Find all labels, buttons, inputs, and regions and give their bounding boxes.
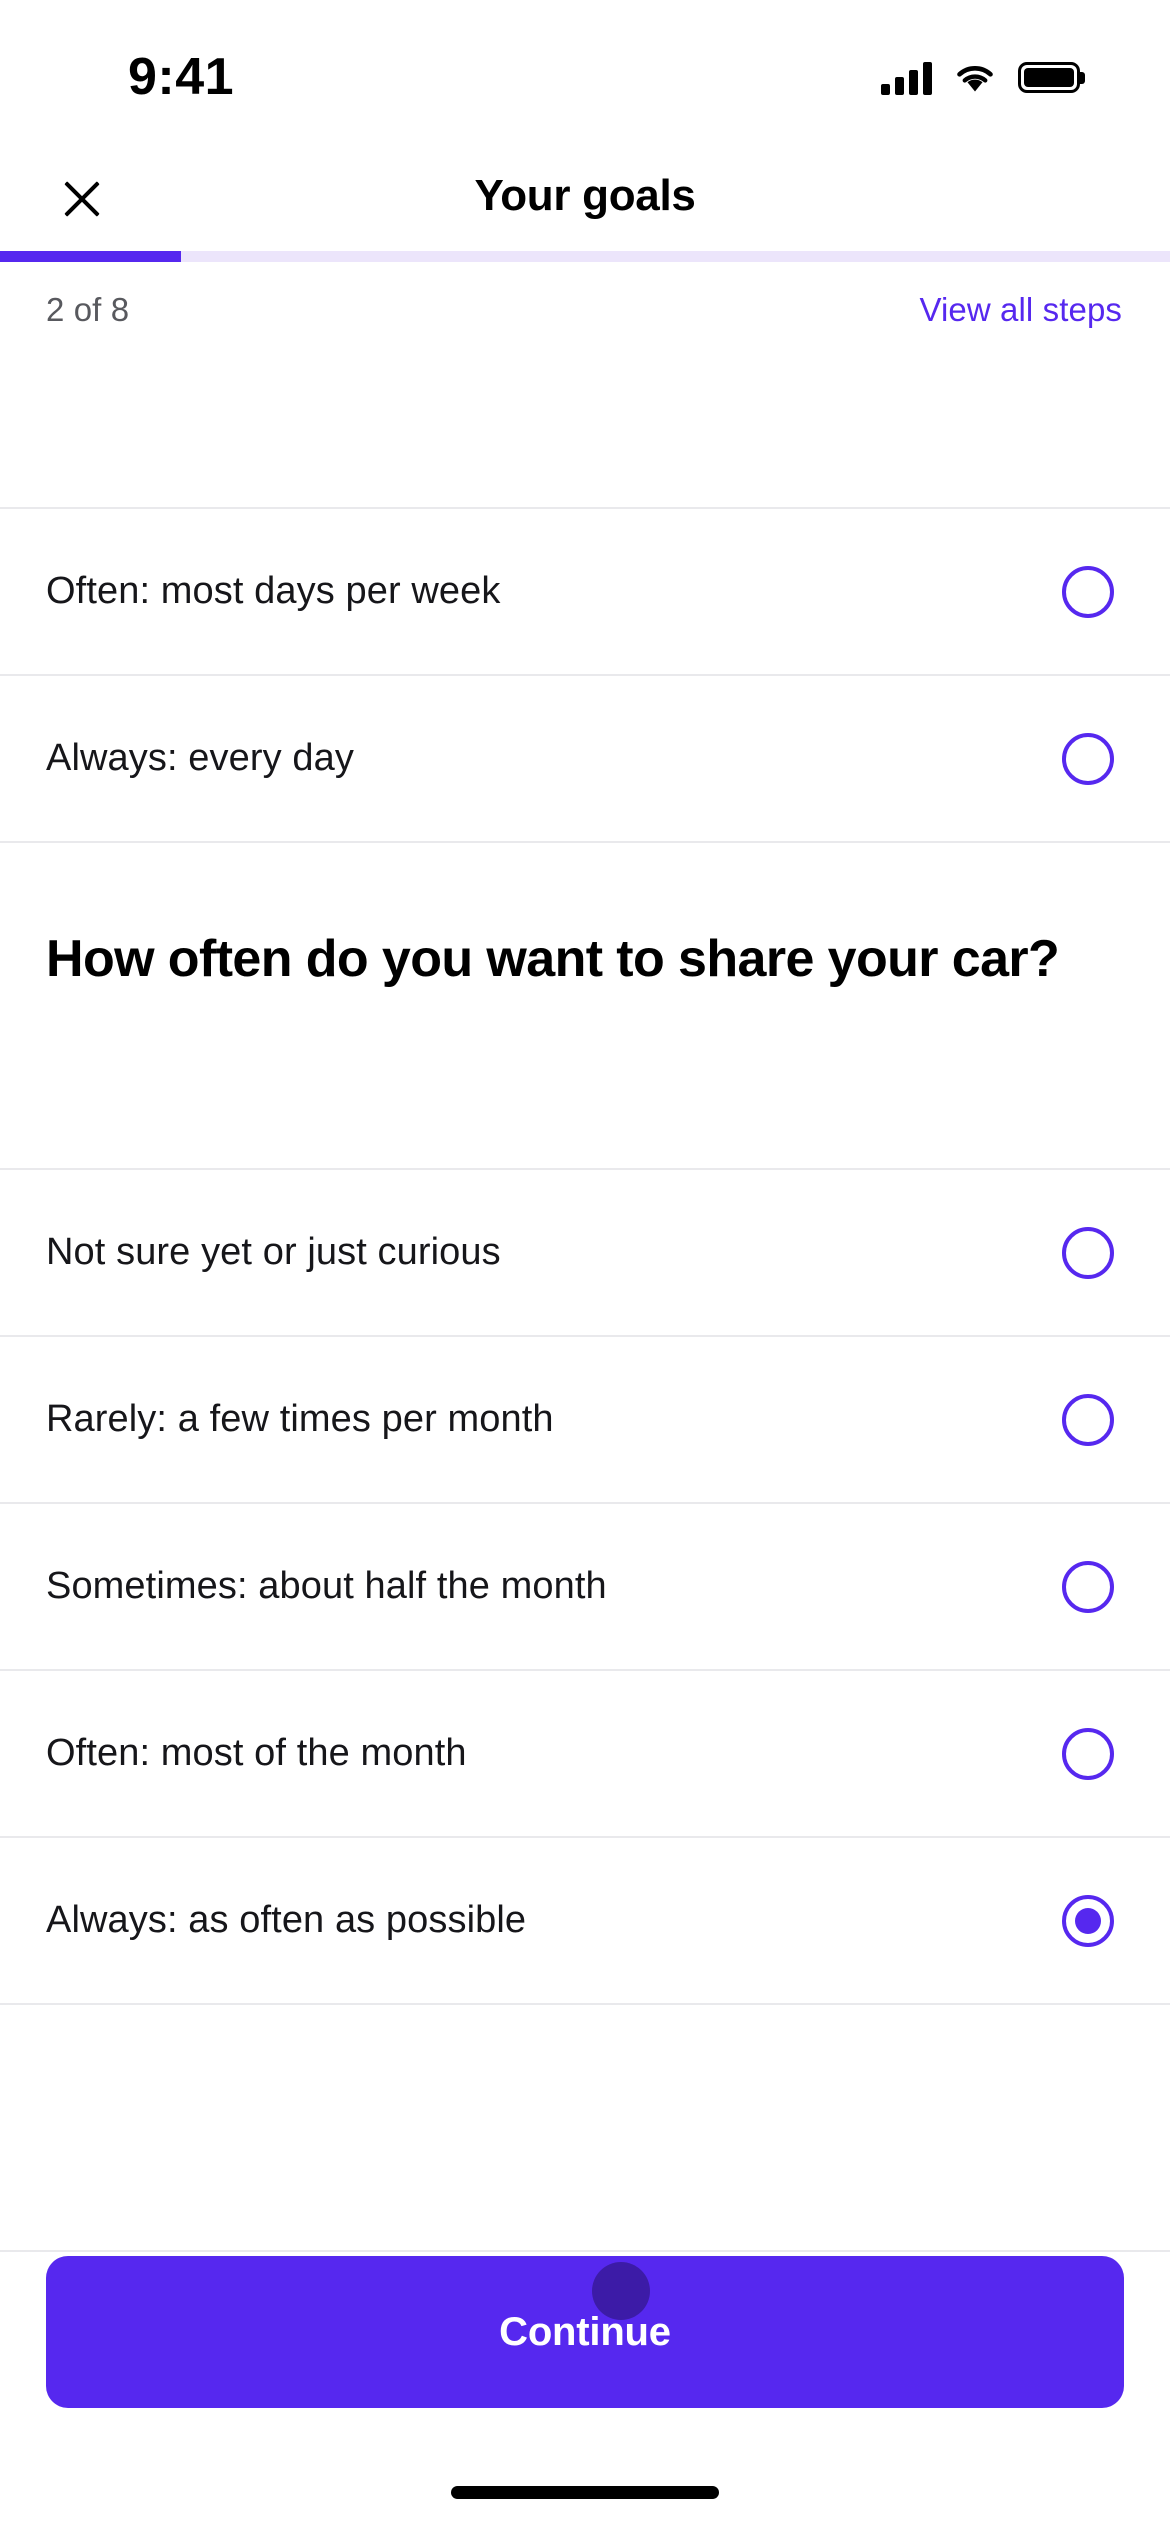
step-counter: 2 of 8	[46, 290, 130, 328]
table-row[interactable]: Rarely: a few times per month	[0, 1335, 1170, 1502]
footer-divider	[0, 2250, 1170, 2252]
status-time: 9:41	[128, 47, 235, 106]
table-row[interactable]: Always: every day	[0, 674, 1170, 841]
table-row[interactable]: Sometimes: about half the month	[0, 1502, 1170, 1669]
radio-button-selected[interactable]	[1062, 1894, 1114, 1947]
progress-bar	[0, 251, 1170, 262]
table-row[interactable]: Always: as often as possible	[0, 1836, 1170, 2003]
view-all-steps-link[interactable]: View all steps	[919, 291, 1122, 329]
table-row[interactable]: Not sure yet or just curious	[0, 1168, 1170, 1335]
status-icons	[881, 61, 1080, 95]
radio-button-unselected[interactable]	[1062, 1560, 1114, 1613]
option-label: Sometimes: about half the month	[46, 1565, 607, 1607]
option-label: Often: most of the month	[46, 1732, 467, 1774]
progress-bar-fill	[0, 251, 182, 262]
option-label: Always: every day	[46, 737, 354, 779]
signal-bars-icon	[881, 61, 932, 95]
phone-screen: 9:41 Your goals 2 of 8 View all steps Of…	[0, 0, 1170, 2532]
option-label: Not sure yet or just curious	[46, 1231, 501, 1273]
wifi-icon	[954, 62, 996, 94]
radio-button-unselected[interactable]	[1062, 1393, 1114, 1446]
battery-full-icon	[1018, 62, 1080, 93]
continue-button[interactable]: Continue	[46, 2256, 1124, 2408]
status-bar: 9:41	[0, 0, 1170, 145]
table-row[interactable]: Often: most of the month	[0, 1669, 1170, 1836]
step-indicator-row: 2 of 8 View all steps	[0, 262, 1170, 357]
radio-button-unselected[interactable]	[1062, 732, 1114, 785]
table-row[interactable]: Often: most days per week	[0, 507, 1170, 674]
list-bottom-divider	[0, 2003, 1170, 2005]
question-section: How often do you want to share your car?	[0, 841, 1170, 1168]
radio-button-unselected[interactable]	[1062, 1727, 1114, 1780]
page-title: Your goals	[474, 171, 696, 220]
home-indicator[interactable]	[451, 2486, 719, 2499]
question-title: How often do you want to share your car?	[46, 930, 1060, 988]
radio-button-unselected[interactable]	[1062, 565, 1114, 618]
options-list: Often: most days per week Always: every d…	[0, 507, 1170, 2005]
option-label: Always: as often as possible	[46, 1899, 527, 1941]
radio-dot-icon	[1075, 1907, 1101, 1934]
header-bar: Your goals	[0, 145, 1170, 251]
radio-button-unselected[interactable]	[1062, 1226, 1114, 1279]
option-label: Rarely: a few times per month	[46, 1398, 554, 1440]
option-label: Often: most days per week	[46, 570, 501, 612]
